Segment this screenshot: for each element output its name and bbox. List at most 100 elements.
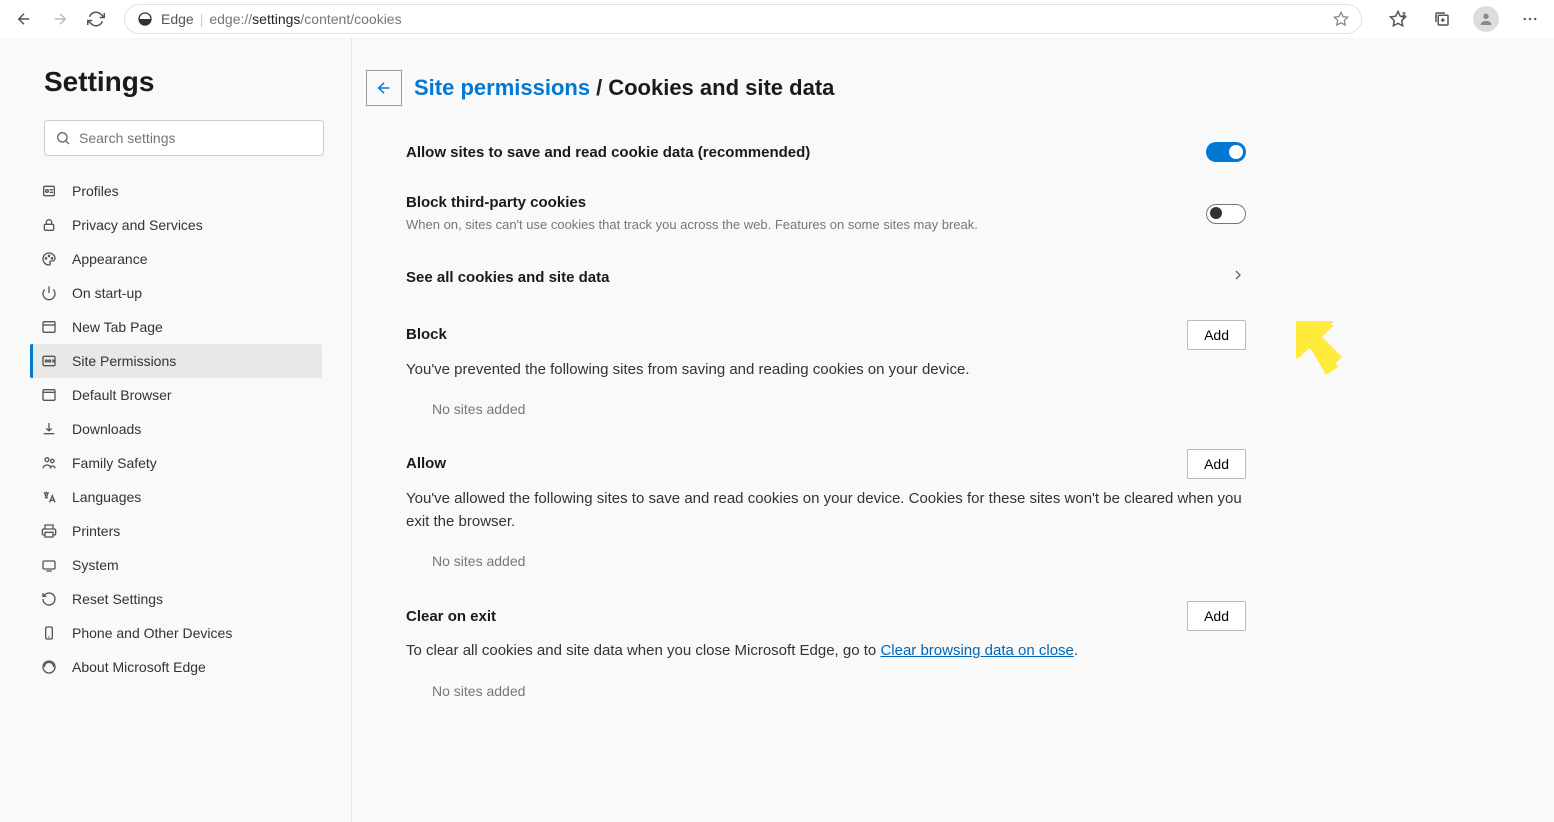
chevron-right-icon (1230, 267, 1246, 288)
sidebar-item-privacy[interactable]: Privacy and Services (30, 208, 322, 242)
site-identity-label: Edge (161, 11, 194, 27)
settings-content: Site permissions/Cookies and site data A… (352, 38, 1554, 822)
page-header: Site permissions/Cookies and site data (366, 70, 1514, 106)
family-icon (40, 455, 58, 471)
clear-on-exit-title: Clear on exit (406, 608, 496, 625)
allow-cookies-title: Allow sites to save and read cookie data… (406, 144, 810, 161)
allow-section-title: Allow (406, 455, 446, 472)
back-to-permissions-button[interactable] (366, 70, 402, 106)
permissions-icon (40, 353, 58, 369)
sidebar-item-label: Reset Settings (72, 591, 163, 607)
avatar-icon (1473, 6, 1499, 32)
sidebar-item-label: New Tab Page (72, 319, 163, 335)
toolbar-right-icons (1374, 3, 1546, 35)
palette-icon (40, 251, 58, 267)
clear-browsing-data-link[interactable]: Clear browsing data on close (880, 642, 1073, 659)
sidebar-item-default-browser[interactable]: Default Browser (30, 378, 322, 412)
sidebar-item-label: Default Browser (72, 387, 172, 403)
allow-cookies-toggle[interactable] (1206, 142, 1246, 162)
power-icon (40, 285, 58, 301)
profile-icon (40, 183, 58, 199)
sidebar-item-label: Downloads (72, 421, 141, 437)
sidebar-item-profiles[interactable]: Profiles (30, 174, 322, 208)
phone-icon (40, 625, 58, 641)
sidebar-item-appearance[interactable]: Appearance (30, 242, 322, 276)
more-icon (1521, 10, 1539, 28)
refresh-icon (87, 10, 105, 28)
arrow-left-icon (375, 79, 393, 97)
sidebar-item-label: Privacy and Services (72, 217, 203, 233)
see-all-cookies-title: See all cookies and site data (406, 269, 609, 286)
collections-icon (1433, 10, 1451, 28)
page-title: Cookies and site data (608, 75, 834, 100)
block-third-party-title: Block third-party cookies (406, 194, 978, 211)
refresh-button[interactable] (80, 3, 112, 35)
sidebar-item-about[interactable]: About Microsoft Edge (30, 650, 322, 684)
sidebar-item-newtab[interactable]: New Tab Page (30, 310, 322, 344)
sidebar-item-printers[interactable]: Printers (30, 514, 322, 548)
url-text: edge://settings/content/cookies (209, 11, 401, 27)
search-input[interactable] (79, 130, 313, 146)
sidebar-item-startup[interactable]: On start-up (30, 276, 322, 310)
window-icon (40, 319, 58, 335)
search-icon (55, 130, 71, 146)
block-section-title: Block (406, 326, 447, 343)
edge-logo-icon (137, 11, 153, 27)
sidebar-item-label: On start-up (72, 285, 142, 301)
sidebar-item-label: Profiles (72, 183, 119, 199)
system-icon (40, 557, 58, 573)
sidebar-item-label: Languages (72, 489, 141, 505)
clear-add-button[interactable]: Add (1187, 601, 1246, 631)
reset-icon (40, 591, 58, 607)
allow-sites-empty: No sites added (432, 553, 1246, 569)
breadcrumb-link[interactable]: Site permissions (414, 75, 590, 100)
address-bar[interactable]: Edge | edge://settings/content/cookies (124, 4, 1362, 34)
see-all-cookies-row[interactable]: See all cookies and site data (406, 267, 1246, 288)
collections-button[interactable] (1426, 3, 1458, 35)
sidebar-item-label: Appearance (72, 251, 148, 267)
browser-toolbar: Edge | edge://settings/content/cookies (0, 0, 1554, 38)
clear-sites-empty: No sites added (432, 683, 1246, 699)
profile-button[interactable] (1470, 3, 1502, 35)
block-section-desc: You've prevented the following sites fro… (406, 358, 1246, 381)
settings-title: Settings (44, 66, 335, 98)
forward-button[interactable] (44, 3, 76, 35)
sidebar-item-languages[interactable]: Languages (30, 480, 322, 514)
sidebar-nav-list: Profiles Privacy and Services Appearance… (44, 174, 335, 684)
search-settings-box[interactable] (44, 120, 324, 156)
more-button[interactable] (1514, 3, 1546, 35)
printer-icon (40, 523, 58, 539)
sidebar-item-label: Family Safety (72, 455, 157, 471)
settings-sidebar: Settings Profiles Privacy and Services A… (0, 38, 352, 822)
sidebar-item-label: About Microsoft Edge (72, 659, 206, 675)
sidebar-item-reset[interactable]: Reset Settings (30, 582, 322, 616)
sidebar-item-label: System (72, 557, 119, 573)
browser-icon (40, 387, 58, 403)
block-third-party-toggle[interactable] (1206, 204, 1246, 224)
sidebar-item-system[interactable]: System (30, 548, 322, 582)
block-third-party-desc: When on, sites can't use cookies that tr… (406, 215, 978, 235)
sidebar-item-label: Site Permissions (72, 353, 176, 369)
favorites-button[interactable] (1382, 3, 1414, 35)
back-button[interactable] (8, 3, 40, 35)
lock-icon (40, 217, 58, 233)
sidebar-item-family-safety[interactable]: Family Safety (30, 446, 322, 480)
sidebar-item-site-permissions[interactable]: Site Permissions (30, 344, 322, 378)
allow-section-desc: You've allowed the following sites to sa… (406, 487, 1246, 534)
favorites-icon (1389, 10, 1407, 28)
arrow-left-icon (15, 10, 33, 28)
star-icon[interactable] (1333, 11, 1349, 27)
block-no-empty: No sites added (432, 401, 1246, 417)
clear-on-exit-desc: To clear all cookies and site data when … (406, 639, 1246, 662)
sidebar-item-downloads[interactable]: Downloads (30, 412, 322, 446)
sidebar-item-label: Phone and Other Devices (72, 625, 232, 641)
block-add-button[interactable]: Add (1187, 320, 1246, 350)
download-icon (40, 421, 58, 437)
edge-icon (40, 659, 58, 675)
arrow-right-icon (51, 10, 69, 28)
sidebar-item-phone[interactable]: Phone and Other Devices (30, 616, 322, 650)
sidebar-item-label: Printers (72, 523, 120, 539)
language-icon (40, 489, 58, 505)
breadcrumb: Site permissions/Cookies and site data (414, 75, 834, 101)
allow-add-button[interactable]: Add (1187, 449, 1246, 479)
